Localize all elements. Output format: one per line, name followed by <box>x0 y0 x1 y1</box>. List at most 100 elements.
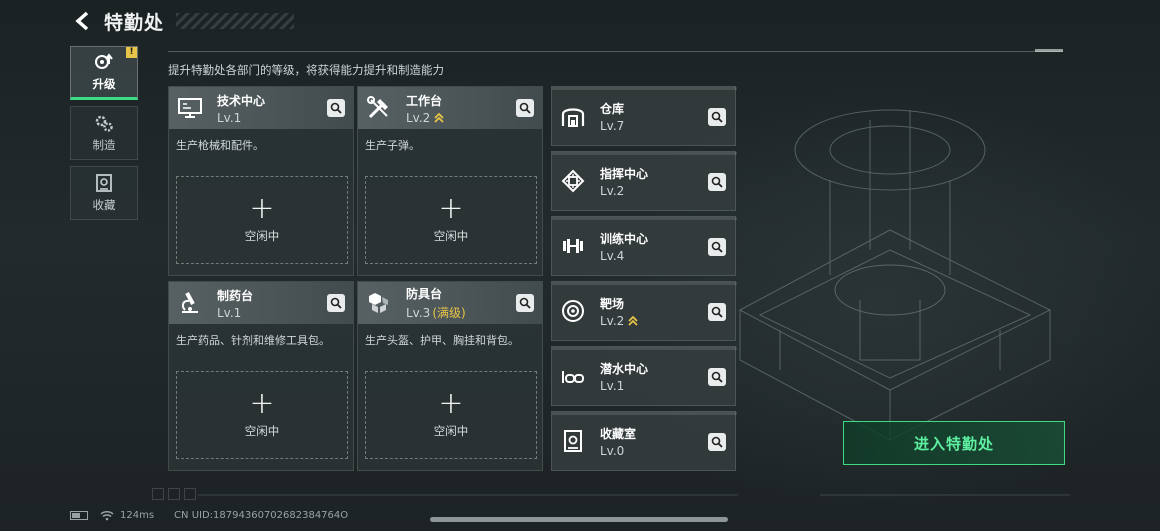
search-icon <box>711 436 723 448</box>
diving-goggles-icon <box>558 361 588 391</box>
workshop-name: 制药台 <box>217 288 254 303</box>
building-diving-center[interactable]: 潜水中心 Lv.1 <box>551 346 737 406</box>
search-icon <box>330 102 342 114</box>
decoration-line <box>198 494 738 496</box>
workshop-level-row: Lv.2 <box>406 111 445 125</box>
warehouse-icon <box>558 101 588 131</box>
decoration-line <box>820 494 1070 496</box>
workshop-description: 生产子弹。 <box>365 139 420 152</box>
search-icon <box>711 241 723 253</box>
workshop-card-tech: 技术中心 Lv.1 生产枪械和配件。 + 空闲中 <box>168 86 354 276</box>
search-button[interactable] <box>708 238 726 256</box>
search-button[interactable] <box>327 99 345 117</box>
search-button[interactable] <box>708 303 726 321</box>
dumbbell-icon <box>558 231 588 261</box>
divider-tick <box>1035 49 1063 52</box>
search-icon <box>711 176 723 188</box>
building-level: Lv.2 <box>600 183 625 198</box>
building-name: 收藏室 <box>600 426 637 441</box>
production-slot[interactable]: + 空闲中 <box>365 176 537 264</box>
decoration-squares <box>152 488 196 500</box>
tab-craft[interactable]: 制造 <box>70 106 138 160</box>
workshop-card-armor: 防具台 Lv.3 (满级) 生产头盔、护甲、胸挂和背包。 + 空闲中 <box>357 281 543 471</box>
building-shooting-range[interactable]: 靶场 Lv.2 <box>551 281 737 341</box>
status-bar: 124ms CN UID:18794360702682384764O <box>70 510 348 521</box>
building-collection-room[interactable]: 收藏室 Lv.0 <box>551 411 737 471</box>
plus-icon: + <box>249 191 275 226</box>
workshop-card-pharmacy: 制药台 Lv.1 生产药品、针剂和维修工具包。 + 空闲中 <box>168 281 354 471</box>
target-icon <box>558 296 588 326</box>
workshop-description: 生产头盔、护甲、胸挂和背包。 <box>365 334 519 347</box>
gears-icon <box>95 115 113 132</box>
user-uid: CN UID:18794360702682384764O <box>174 510 349 521</box>
search-button[interactable] <box>708 173 726 191</box>
search-icon <box>519 102 531 114</box>
upgrade-icon <box>95 53 113 69</box>
building-level: Lv.0 <box>600 443 625 458</box>
search-button[interactable] <box>516 99 534 117</box>
page-title: 特勤处 <box>104 11 165 34</box>
tab-collection[interactable]: 收藏 <box>70 166 138 220</box>
building-warehouse[interactable]: 仓库 Lv.7 <box>551 86 737 146</box>
card-header: 制药台 Lv.1 <box>169 282 353 324</box>
title-bar: 特勤处 <box>70 6 295 36</box>
production-slot[interactable]: + 空闲中 <box>365 371 537 459</box>
tab-collection-label: 收藏 <box>92 198 116 212</box>
slot-status: 空闲中 <box>244 229 280 243</box>
chip-icon <box>558 166 588 196</box>
building-level: Lv.1 <box>600 378 625 393</box>
workshop-name: 技术中心 <box>217 93 266 108</box>
building-name: 靶场 <box>600 296 625 311</box>
tools-icon <box>364 93 394 123</box>
collection-icon <box>558 426 588 456</box>
battery-icon <box>70 511 88 520</box>
building-command-center[interactable]: 指挥中心 Lv.2 <box>551 151 737 211</box>
upgrade-available-icon <box>627 315 639 327</box>
card-header: 工作台 Lv.2 <box>358 87 542 129</box>
workshop-description: 生产枪械和配件。 <box>176 139 264 152</box>
tab-upgrade[interactable]: ! 升级 <box>70 46 138 100</box>
slot-status: 空闲中 <box>433 229 469 243</box>
search-icon <box>711 371 723 383</box>
enter-base-button[interactable]: 进入特勤处 <box>843 421 1065 465</box>
tab-upgrade-label: 升级 <box>92 77 116 91</box>
production-slot[interactable]: + 空闲中 <box>176 176 348 264</box>
card-header: 技术中心 Lv.1 <box>169 87 353 129</box>
divider-line <box>168 51 1063 52</box>
computer-icon <box>175 93 205 123</box>
workshop-description: 生产药品、针剂和维修工具包。 <box>176 334 330 347</box>
search-icon <box>330 297 342 309</box>
search-button[interactable] <box>708 108 726 126</box>
plus-icon: + <box>438 191 464 226</box>
workshop-level: Lv.1 <box>217 305 242 320</box>
search-button[interactable] <box>708 433 726 451</box>
workshop-level: Lv.2 <box>406 110 431 125</box>
back-arrow-icon <box>75 11 89 31</box>
ping-value: 124ms <box>120 510 155 521</box>
back-button[interactable] <box>70 8 96 34</box>
search-button[interactable] <box>708 368 726 386</box>
tab-craft-label: 制造 <box>92 138 116 152</box>
workshop-level: Lv.1 <box>217 110 242 125</box>
workshop-card-workbench: 工作台 Lv.2 生产子弹。 + 空闲中 <box>357 86 543 276</box>
building-level: Lv.2 <box>600 313 625 328</box>
search-button[interactable] <box>327 294 345 312</box>
building-level: Lv.4 <box>600 248 625 263</box>
building-training-center[interactable]: 训练中心 Lv.4 <box>551 216 737 276</box>
home-indicator[interactable] <box>430 517 728 522</box>
search-button[interactable] <box>516 294 534 312</box>
collection-icon <box>96 174 112 192</box>
slot-status: 空闲中 <box>433 424 469 438</box>
workshop-level-row: Lv.3 (满级) <box>406 304 466 321</box>
title-decoration <box>176 13 295 29</box>
slot-status: 空闲中 <box>244 424 280 438</box>
wifi-icon <box>100 511 114 521</box>
building-name: 指挥中心 <box>600 166 649 181</box>
production-slot[interactable]: + 空闲中 <box>176 371 348 459</box>
search-icon <box>519 297 531 309</box>
page-subtitle: 提升特勤处各部门的等级，将获得能力提升和制造能力 <box>168 63 444 77</box>
search-icon <box>711 306 723 318</box>
building-name: 训练中心 <box>600 231 649 246</box>
microscope-icon <box>175 288 205 318</box>
building-level: Lv.7 <box>600 118 625 133</box>
